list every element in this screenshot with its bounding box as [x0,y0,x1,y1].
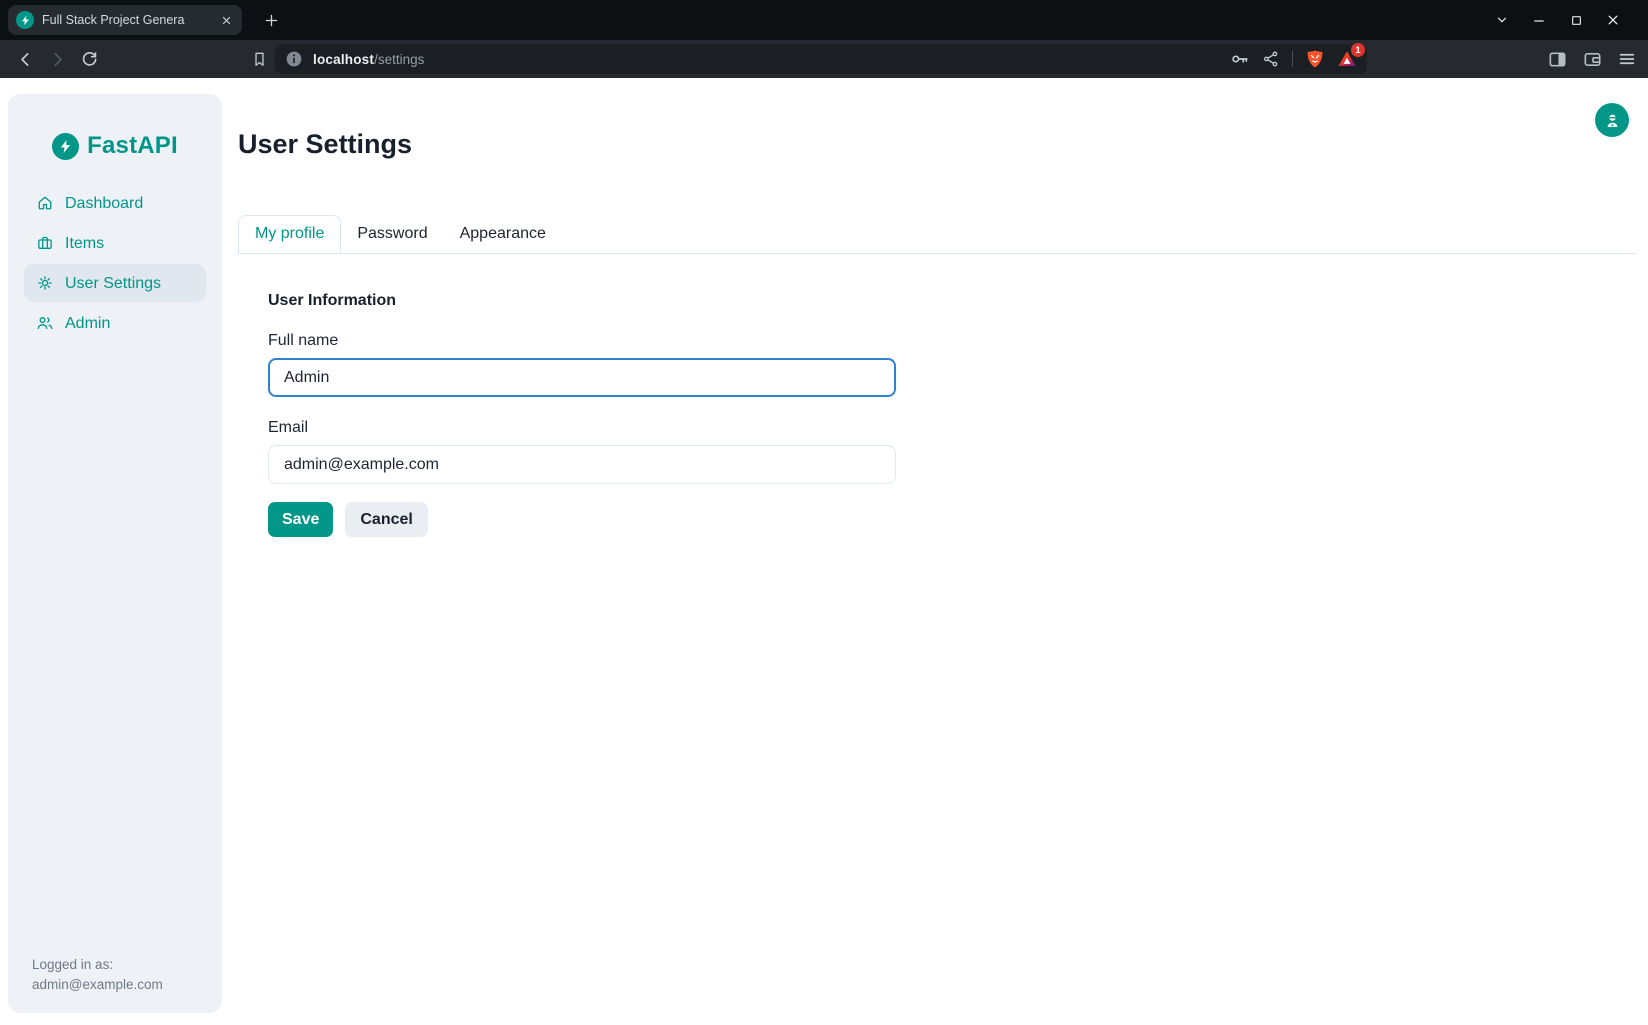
email-input[interactable] [268,445,896,484]
briefcase-icon [36,234,54,252]
browser-tab-strip: Full Stack Project Genera [0,0,1648,40]
home-icon [36,194,54,212]
save-button[interactable]: Save [268,502,333,537]
back-icon[interactable] [13,47,37,71]
sidebar-item-label: User Settings [65,275,161,292]
bookmark-icon[interactable] [247,47,271,71]
sidebar-item-label: Items [65,235,104,252]
fastapi-favicon-icon [16,11,34,29]
section-title: User Information [268,292,896,310]
main-content: User Settings My profile Password Appear… [238,78,1648,537]
logged-in-label: Logged in as: [32,955,163,975]
reload-icon[interactable] [77,47,101,71]
url-path: /settings [374,52,424,67]
new-tab-button[interactable] [258,7,284,33]
settings-tabs: My profile Password Appearance [238,215,1636,254]
tab-my-profile[interactable]: My profile [238,215,341,253]
browser-toolbar: localhost/settings [0,40,1648,78]
share-icon[interactable] [1262,50,1280,68]
gear-icon [36,274,54,292]
logged-in-email: admin@example.com [32,975,163,995]
full-name-input[interactable] [268,358,896,397]
close-window-icon[interactable] [1604,11,1622,29]
maximize-icon[interactable] [1567,11,1585,29]
tab-search-chevron-icon[interactable] [1493,11,1511,29]
minimize-icon[interactable] [1530,11,1548,29]
password-key-icon[interactable] [1230,49,1250,69]
toolbar-divider [1292,51,1293,67]
users-icon [36,314,54,332]
brave-rewards-icon[interactable]: 1 [1337,49,1357,69]
email-label: Email [268,419,896,437]
logged-in-info: Logged in as: admin@example.com [32,955,163,995]
url-host: localhost [313,52,374,67]
sidebar-item-label: Admin [65,315,110,332]
sidebar-item-items[interactable]: Items [24,224,206,262]
fastapi-logo: FastAPI [8,94,222,160]
browser-window: Full Stack Project Genera [0,0,1648,78]
tab-password[interactable]: Password [341,215,443,253]
sidebar-item-user-settings[interactable]: User Settings [24,264,206,302]
sidebar-panel-icon[interactable] [1547,49,1568,70]
sidebar-item-dashboard[interactable]: Dashboard [24,184,206,222]
full-name-label: Full name [268,332,896,350]
rewards-badge: 1 [1351,43,1365,57]
window-controls [1493,11,1648,29]
user-menu-avatar[interactable] [1595,103,1629,137]
sidebar-nav: Dashboard Items User Set [8,184,222,342]
cancel-button[interactable]: Cancel [345,502,427,537]
fastapi-bolt-icon [52,133,79,160]
form-buttons: Save Cancel [268,502,896,537]
browser-tab[interactable]: Full Stack Project Genera [8,5,242,35]
site-info-icon[interactable] [285,50,303,68]
sidebar-item-label: Dashboard [65,195,143,212]
address-bar[interactable]: localhost/settings [275,44,1367,74]
app-page: FastAPI Dashboard Items [0,78,1648,1025]
forward-icon[interactable] [45,47,69,71]
sidebar: FastAPI Dashboard Items [8,94,222,1013]
menu-icon[interactable] [1617,49,1637,69]
tab-title-fade [187,9,213,31]
user-information-form: User Information Full name Email Save Ca… [268,254,896,537]
wallet-icon[interactable] [1582,49,1603,70]
sidebar-item-admin[interactable]: Admin [24,304,206,342]
toolbar-right-actions [1547,49,1648,70]
page-title: User Settings [238,128,1636,161]
address-bar-actions: 1 [1230,49,1357,69]
tab-close-icon[interactable] [217,11,235,29]
brave-shield-icon[interactable] [1305,49,1325,69]
tab-appearance[interactable]: Appearance [444,215,562,253]
logo-text: FastAPI [87,132,178,160]
